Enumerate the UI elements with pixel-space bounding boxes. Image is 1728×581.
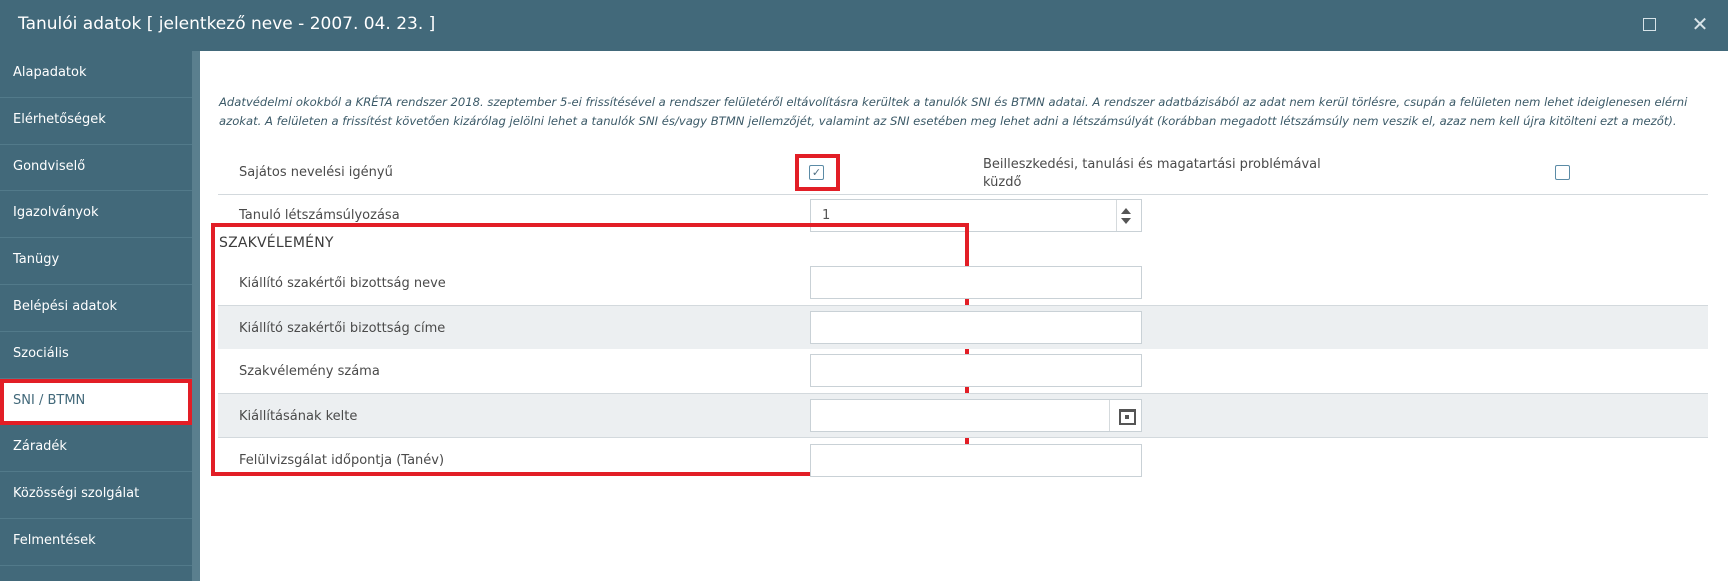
sni-checkbox[interactable]: ✓ <box>809 165 824 180</box>
field-label-bizottsag-cime: Kiállító szakértői bizottság címe <box>239 321 446 336</box>
sidebar-item-szocialis[interactable]: Szociális <box>0 332 192 379</box>
bizottsag-cime-input[interactable] <box>810 311 1142 344</box>
btmn-label: Beilleszkedési, tanulási és magatartási … <box>983 156 1321 192</box>
weight-label: Tanuló létszámsúlyozása <box>239 208 400 223</box>
szakvelemeny-title: SZAKVÉLEMÉNY <box>219 235 334 251</box>
field-row: Kiállító szakértői bizottság címe <box>218 305 1708 349</box>
bizottsag-neve-input[interactable] <box>810 266 1142 299</box>
sidebar-item-gondviselo[interactable]: Gondviselő <box>0 145 192 192</box>
field-row: Kiállító szakértői bizottság neve <box>218 261 1708 305</box>
szakvelemeny-szama-input[interactable] <box>810 354 1142 387</box>
calendar-icon[interactable] <box>1119 409 1136 425</box>
sidebar-item-elerhetosegek[interactable]: Elérhetőségek <box>0 98 192 145</box>
sidebar-item-sni-btmn[interactable]: SNI / BTMN <box>0 378 192 426</box>
btmn-label-line1: Beilleszkedési, tanulási és magatartási … <box>983 157 1321 172</box>
chevron-up-icon[interactable] <box>1121 208 1131 214</box>
privacy-notice: Adatvédelmi okokból a KRÉTA rendszer 201… <box>219 95 1688 128</box>
sidebar-item-kozossegi-szolgalat[interactable]: Közösségi szolgálat <box>0 472 192 519</box>
field-row: Felülvizsgálat időpontja (Tanév) <box>218 437 1708 483</box>
datepicker-divider <box>1109 400 1110 431</box>
sidebar-item-belepesi-adatok[interactable]: Belépési adatok <box>0 285 192 332</box>
sidebar-item-tanugy[interactable]: Tanügy <box>0 238 192 285</box>
sni-label: Sajátos nevelési igényű <box>239 165 393 180</box>
spin-divider <box>1116 200 1117 231</box>
main-content: Adatvédelmi okokból a KRÉTA rendszer 201… <box>200 51 1728 581</box>
field-label-felulvizsgalat: Felülvizsgálat időpontja (Tanév) <box>239 453 445 468</box>
field-label-bizottsag-neve: Kiállító szakértői bizottság neve <box>239 276 446 291</box>
field-row: Kiállításának kelte <box>218 393 1708 437</box>
sidebar-item-felmentesek[interactable]: Felmentések <box>0 519 192 566</box>
field-label-szakvelemeny-szama: Szakvélemény száma <box>239 364 380 379</box>
felulvizsgalat-input[interactable] <box>810 444 1142 477</box>
sidebar-item-zaradek[interactable]: Záradék <box>0 425 192 473</box>
window-titlebar: Tanulói adatok [ jelentkező neve - 2007.… <box>0 0 1728 51</box>
sni-btmn-row: Sajátos nevelési igényű ✓ Beilleszkedési… <box>218 151 1708 194</box>
maximize-icon[interactable] <box>1637 12 1661 36</box>
chevron-down-icon[interactable] <box>1121 218 1131 224</box>
kiallitas-kelte-datepicker[interactable] <box>810 399 1142 432</box>
field-label-kiallitas-kelte: Kiállításának kelte <box>239 409 358 424</box>
sidebar: Alapadatok Elérhetőségek Gondviselő Igaz… <box>0 51 200 581</box>
btmn-checkbox[interactable] <box>1555 165 1570 180</box>
sidebar-item-igazolvanyok[interactable]: Igazolványok <box>0 191 192 239</box>
btmn-label-line2: küzdő <box>983 175 1022 190</box>
weight-value: 1 <box>822 208 831 223</box>
sidebar-item-alapadatok[interactable]: Alapadatok <box>0 51 192 98</box>
window-title: Tanulói adatok [ jelentkező neve - 2007.… <box>18 14 436 34</box>
field-row: Szakvélemény száma <box>218 349 1708 393</box>
close-icon[interactable]: ✕ <box>1688 12 1712 36</box>
